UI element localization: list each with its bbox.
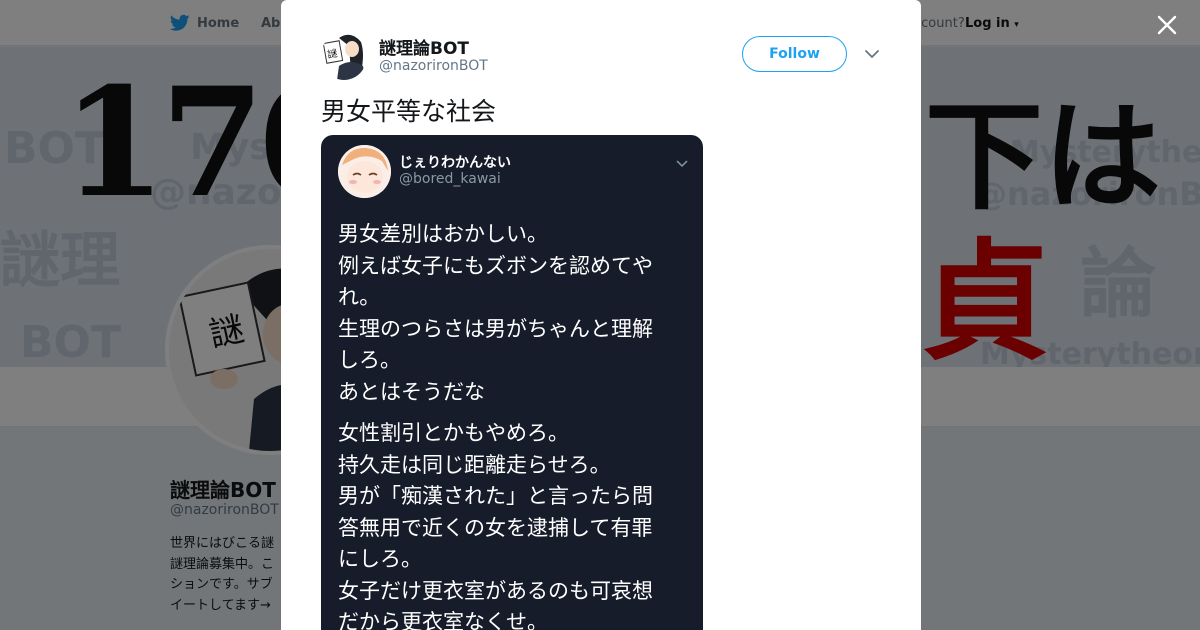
tweet-image[interactable]: じぇりわかんない @bored_kawai 男女差別はおかしい。 例えば女子にも… (321, 135, 703, 630)
screenshot-paragraph: 男女差別はおかしい。 例えば女子にもズボンを認めてや れ。 生理のつらさは男がち… (338, 222, 653, 404)
screenshot-avatar-illustration (338, 145, 391, 198)
author-avatar[interactable]: 謎 (321, 32, 367, 80)
tweet-text: 男女平等な社会 (321, 97, 497, 126)
screenshot-author-name: じぇりわかんない (399, 155, 511, 171)
screenshot-author-handle: @bored_kawai (399, 171, 501, 187)
screenshot-chevron-icon (676, 160, 688, 168)
follow-button[interactable]: Follow (742, 36, 847, 72)
author-name[interactable]: 謎理論BOT (379, 34, 469, 59)
author-handle[interactable]: @nazorironBOT (379, 58, 488, 74)
author-avatar-sign-text: 謎 (326, 47, 338, 61)
chevron-down-icon[interactable] (864, 46, 880, 62)
screenshot-avatar (338, 145, 391, 198)
author-avatar-illustration: 謎 (321, 32, 367, 80)
tweet-modal: 謎 謎理論BOT @nazorironBOT Follow 男女平等な社会 じぇ… (281, 0, 921, 630)
screenshot-paragraph: 女性割引とかもやめろ。 持久走は同じ距離走らせろ。 男が「痴漢された」と言ったら… (338, 421, 653, 630)
close-icon[interactable] (1153, 11, 1181, 39)
